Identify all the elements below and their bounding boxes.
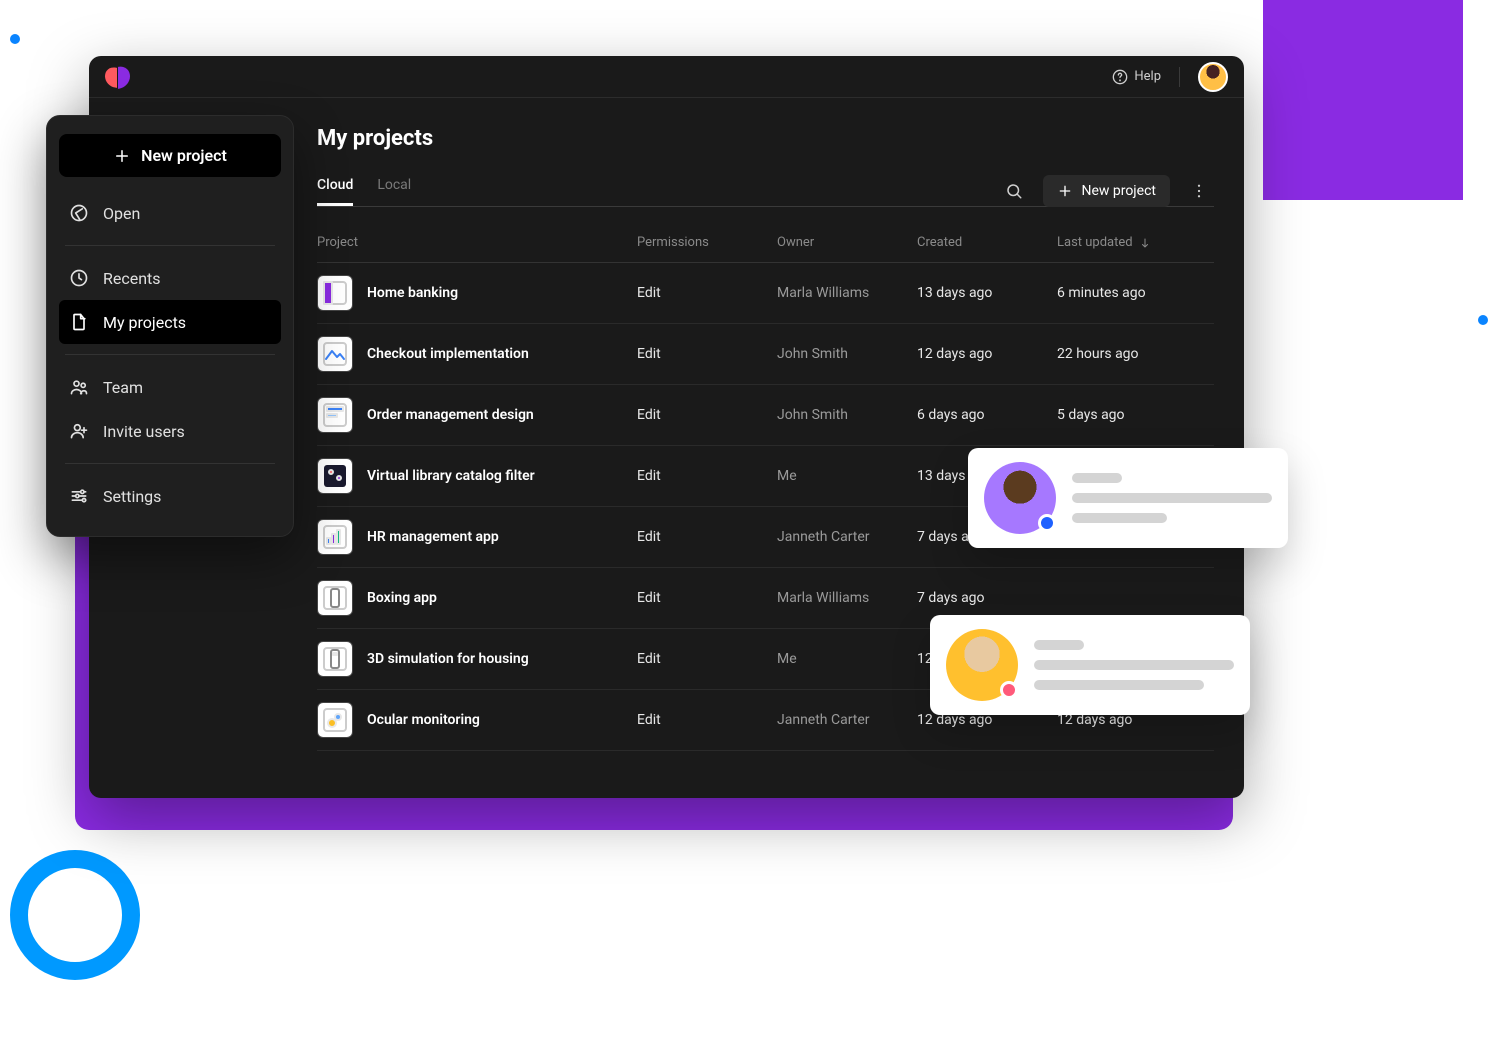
tab-local[interactable]: Local [377, 177, 411, 206]
project-name: Ocular monitoring [367, 712, 480, 728]
col-owner[interactable]: Owner [777, 235, 917, 250]
cell-updated: 5 days ago [1057, 407, 1217, 423]
table-header: Project Permissions Owner Created Last u… [317, 235, 1214, 263]
cell-permissions: Edit [637, 407, 777, 423]
more-vertical-icon [1190, 182, 1208, 200]
plus-icon [1057, 183, 1073, 199]
cell-created: 12 days ago [917, 346, 1057, 362]
table-row[interactable]: Checkout implementation Edit John Smith … [317, 324, 1214, 385]
new-project-button[interactable]: New project [1043, 175, 1170, 207]
new-project-label: New project [1081, 183, 1156, 199]
presence-dot-online [1038, 514, 1056, 532]
cell-owner: John Smith [777, 346, 917, 362]
cell-permissions: Edit [637, 285, 777, 301]
cell-permissions: Edit [637, 468, 777, 484]
user-card [930, 615, 1250, 715]
sidebar-panel: New project Open Recents My projects Tea… [46, 115, 294, 537]
user-avatar[interactable] [1198, 62, 1228, 92]
project-thumbnail [317, 458, 353, 494]
decor-dot [1478, 315, 1488, 325]
project-thumbnail [317, 397, 353, 433]
col-created[interactable]: Created [917, 235, 1057, 250]
cell-permissions: Edit [637, 346, 777, 362]
divider [65, 354, 275, 355]
cell-owner: Marla Williams [777, 285, 917, 301]
project-name: Home banking [367, 285, 458, 301]
sidebar-item-recents[interactable]: Recents [59, 256, 281, 300]
col-permissions[interactable]: Permissions [637, 235, 777, 250]
user-plus-icon [69, 421, 89, 441]
cell-owner: John Smith [777, 407, 917, 423]
sidebar-item-settings[interactable]: Settings [59, 474, 281, 518]
project-name: 3D simulation for housing [367, 651, 529, 667]
tabs: Cloud Local [317, 177, 411, 206]
divider [65, 245, 275, 246]
team-icon [69, 377, 89, 397]
open-icon [69, 203, 89, 223]
tab-cloud[interactable]: Cloud [317, 177, 353, 206]
titlebar: Help [89, 56, 1244, 98]
sidebar-item-my-projects[interactable]: My projects [59, 300, 281, 344]
document-icon [69, 312, 89, 332]
col-last-updated[interactable]: Last updated [1057, 235, 1217, 250]
sliders-icon [69, 486, 89, 506]
clock-icon [69, 268, 89, 288]
help-link[interactable]: Help [1112, 69, 1161, 85]
cell-created: 7 days ago [917, 590, 1057, 606]
sidebar-new-project-button[interactable]: New project [59, 134, 281, 177]
search-button[interactable] [999, 176, 1029, 206]
table-row[interactable]: Home banking Edit Marla Williams 13 days… [317, 263, 1214, 324]
divider [1179, 67, 1180, 87]
sidebar-item-open[interactable]: Open [59, 191, 281, 235]
sidebar-item-invite-users[interactable]: Invite users [59, 409, 281, 453]
search-icon [1005, 182, 1023, 200]
project-name: HR management app [367, 529, 499, 545]
help-icon [1112, 69, 1128, 85]
cell-owner: Janneth Carter [777, 712, 917, 728]
col-project[interactable]: Project [317, 235, 637, 250]
project-name: Boxing app [367, 590, 437, 606]
divider [65, 463, 275, 464]
cell-owner: Me [777, 651, 917, 667]
cell-permissions: Edit [637, 529, 777, 545]
decor-dot [10, 34, 20, 44]
cell-updated: 6 minutes ago [1057, 285, 1217, 301]
placeholder-lines [1034, 640, 1234, 690]
page-title: My projects [317, 126, 1214, 151]
project-thumbnail [317, 702, 353, 738]
presence-dot-away [1000, 681, 1018, 699]
decor-ring [10, 850, 140, 980]
cell-updated: 22 hours ago [1057, 346, 1217, 362]
arrow-down-icon [1139, 237, 1151, 249]
avatar [946, 629, 1018, 701]
sidebar-item-team[interactable]: Team [59, 365, 281, 409]
project-thumbnail [317, 275, 353, 311]
table-row[interactable]: Order management design Edit John Smith … [317, 385, 1214, 446]
plus-icon [113, 147, 131, 165]
user-card [968, 448, 1288, 548]
cell-permissions: Edit [637, 651, 777, 667]
placeholder-lines [1072, 473, 1272, 523]
project-thumbnail [317, 641, 353, 677]
app-logo[interactable] [105, 66, 130, 88]
cell-created: 13 days ago [917, 285, 1057, 301]
project-name: Order management design [367, 407, 534, 423]
cell-owner: Janneth Carter [777, 529, 917, 545]
avatar [984, 462, 1056, 534]
cell-created: 6 days ago [917, 407, 1057, 423]
more-menu-button[interactable] [1184, 176, 1214, 206]
cell-permissions: Edit [637, 712, 777, 728]
decor-purple-square [1263, 0, 1463, 200]
project-thumbnail [317, 519, 353, 555]
project-thumbnail [317, 580, 353, 616]
help-label: Help [1134, 69, 1161, 84]
project-name: Checkout implementation [367, 346, 529, 362]
project-thumbnail [317, 336, 353, 372]
project-name: Virtual library catalog filter [367, 468, 535, 484]
cell-owner: Me [777, 468, 917, 484]
cell-permissions: Edit [637, 590, 777, 606]
cell-owner: Marla Williams [777, 590, 917, 606]
